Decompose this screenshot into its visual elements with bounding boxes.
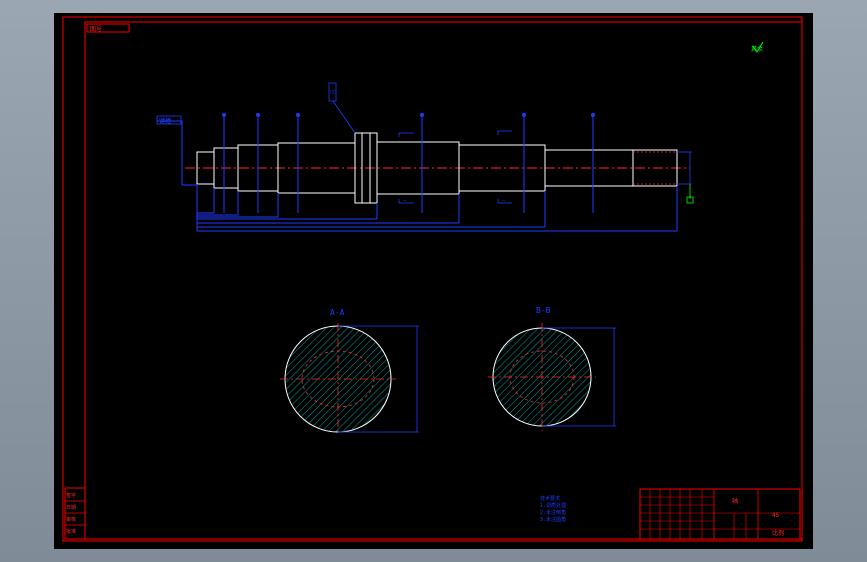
cad-drawing-canvas[interactable]: 图号 其余 键槽 □□ — — — — A-A B-B 技术要求 1.调质处理 … (54, 13, 813, 549)
section-view-b: B-B (488, 306, 616, 431)
section-a-label: A-A (330, 308, 345, 317)
technical-notes: 技术要求 1.调质处理 2.未注倒角 3.未注圆角 (540, 495, 566, 523)
svg-text:键槽: 键槽 (159, 117, 171, 125)
svg-text:□□: □□ (330, 89, 336, 95)
svg-text:2.未注倒角: 2.未注倒角 (540, 509, 566, 516)
svg-text:日期: 日期 (66, 505, 76, 511)
cad-application-window: 图号 其余 键槽 □□ — — — — A-A B-B 技术要求 1.调质处理 … (0, 0, 867, 562)
svg-text:技术要求: 技术要求 (540, 495, 560, 502)
svg-text:审核: 审核 (66, 516, 76, 523)
svg-text:其余: 其余 (751, 45, 763, 53)
svg-text:1.调质处理: 1.调质处理 (540, 502, 566, 509)
svg-text:3.未注圆角: 3.未注圆角 (540, 516, 566, 523)
outer-frame (62, 16, 803, 542)
section-b-label: B-B (536, 306, 551, 315)
svg-text:签字: 签字 (66, 492, 76, 499)
shaft-left-leader: 键槽 (156, 115, 197, 186)
title-block-material: 45 (772, 512, 780, 519)
inner-frame (84, 21, 803, 540)
shaft-top-tag: □□ (328, 82, 356, 134)
title-block-name: 轴 (732, 497, 738, 505)
section-view-a: A-A (280, 308, 419, 435)
svg-text:批准: 批准 (66, 528, 76, 535)
drawing-viewport[interactable]: 图号 其余 键槽 □□ — — — — A-A B-B 技术要求 1.调质处理 … (54, 13, 813, 549)
title-block: 轴 45 比例 (639, 488, 801, 540)
title-block-drawing-no: 比例 (772, 529, 784, 537)
shaft-right-diameter-dim (677, 151, 694, 204)
left-side-block: 签字 日期 审核 批准 (64, 487, 86, 540)
roughness-mark: 其余 (751, 41, 764, 53)
title-tag-text: 图号 (90, 26, 102, 33)
